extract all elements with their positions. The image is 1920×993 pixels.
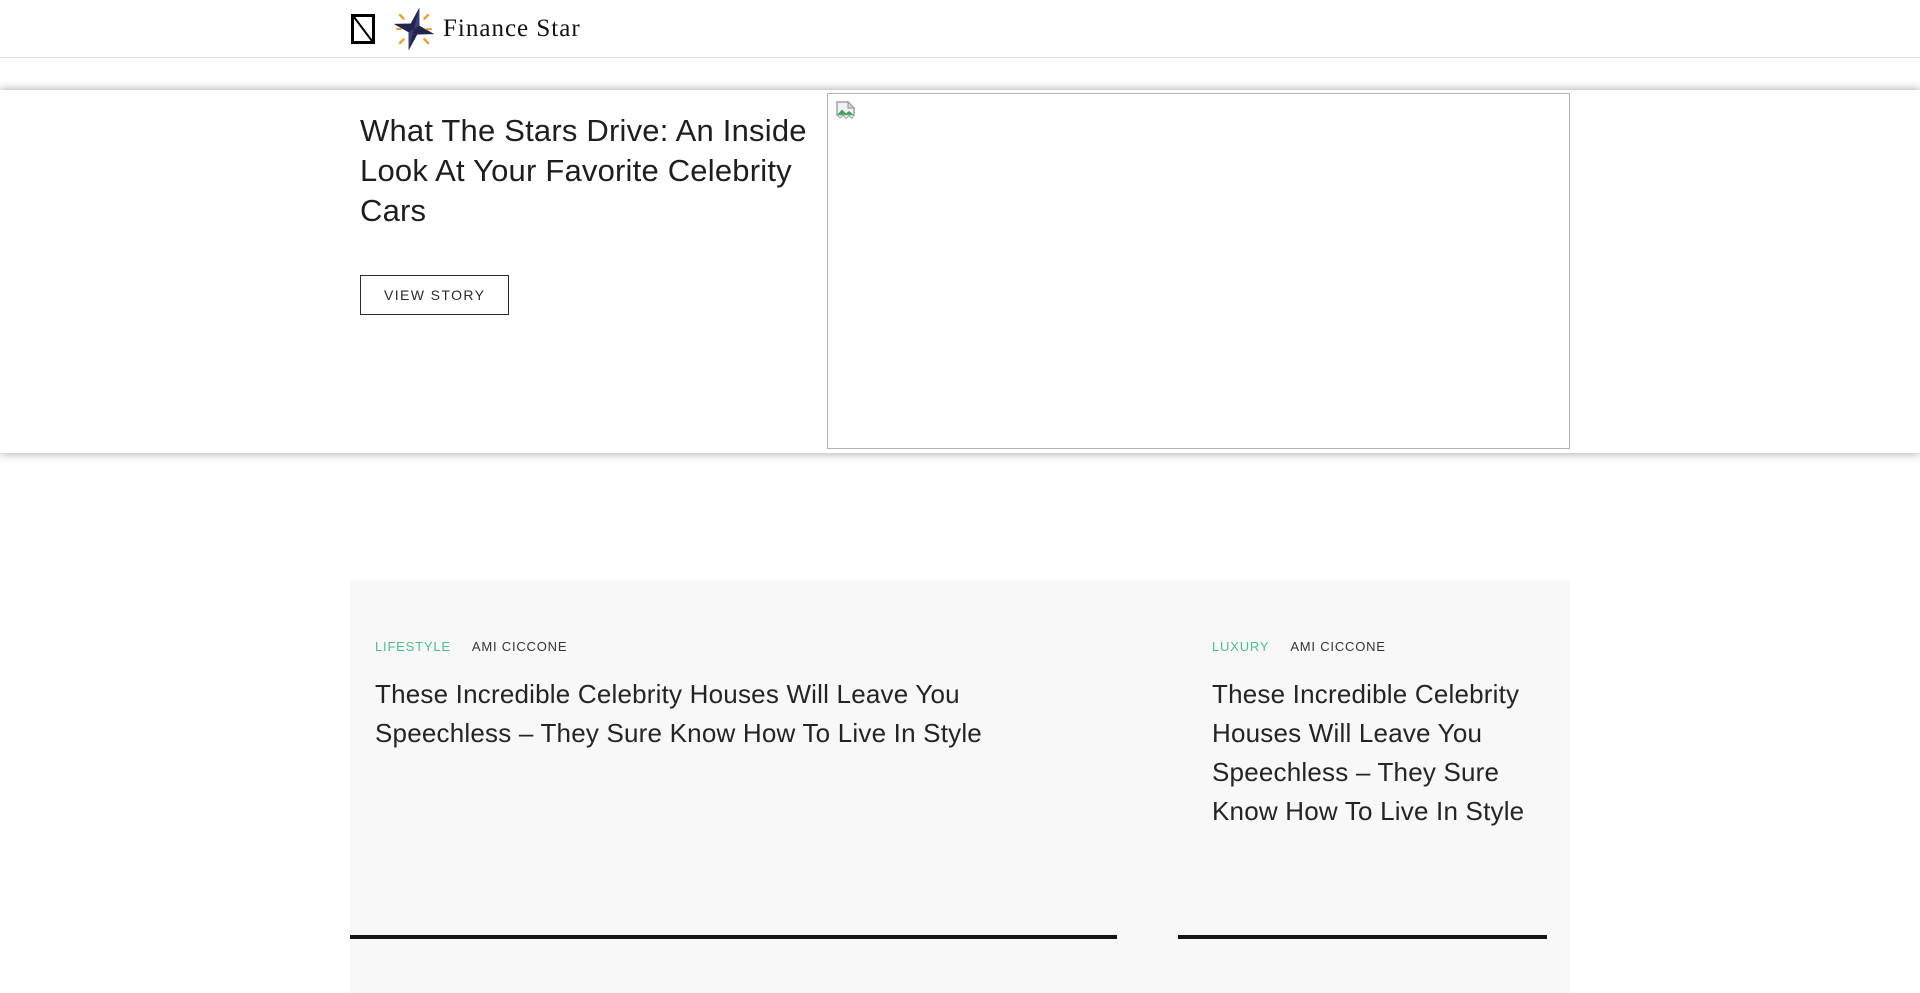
article-title-link[interactable]: These Incredible Celebrity Houses Will L… (1212, 675, 1543, 831)
author-link[interactable]: AMI CICCONE (1290, 639, 1385, 654)
category-link[interactable]: LIFESTYLE (375, 639, 451, 654)
broken-image-icon (351, 14, 375, 44)
site-logo[interactable]: Finance Star (392, 6, 581, 52)
article-meta: LIFESTYLE AMI CICCONE (375, 639, 1077, 654)
compass-star-icon (392, 6, 436, 52)
hero-image-placeholder[interactable] (827, 93, 1570, 449)
broken-image-icon (835, 101, 856, 122)
article-card: LIFESTYLE AMI CICCONE These Incredible C… (350, 580, 1117, 939)
article-meta: LUXURY AMI CICCONE (1212, 639, 1543, 654)
category-link[interactable]: LUXURY (1212, 639, 1269, 654)
hero-title: What The Stars Drive: An Inside Look At … (360, 111, 810, 231)
article-card: LUXURY AMI CICCONE These Incredible Cele… (1178, 580, 1547, 939)
article-title-link[interactable]: These Incredible Celebrity Houses Will L… (375, 675, 1077, 753)
featured-articles-panel: LIFESTYLE AMI CICCONE These Incredible C… (350, 580, 1570, 993)
site-header: Finance Star (0, 0, 1920, 58)
hero-section: What The Stars Drive: An Inside Look At … (0, 90, 1920, 453)
hero-copy: What The Stars Drive: An Inside Look At … (360, 111, 810, 315)
author-link[interactable]: AMI CICCONE (472, 639, 567, 654)
logo-text: Finance Star (443, 15, 581, 43)
view-story-button[interactable]: VIEW STORY (360, 275, 509, 315)
